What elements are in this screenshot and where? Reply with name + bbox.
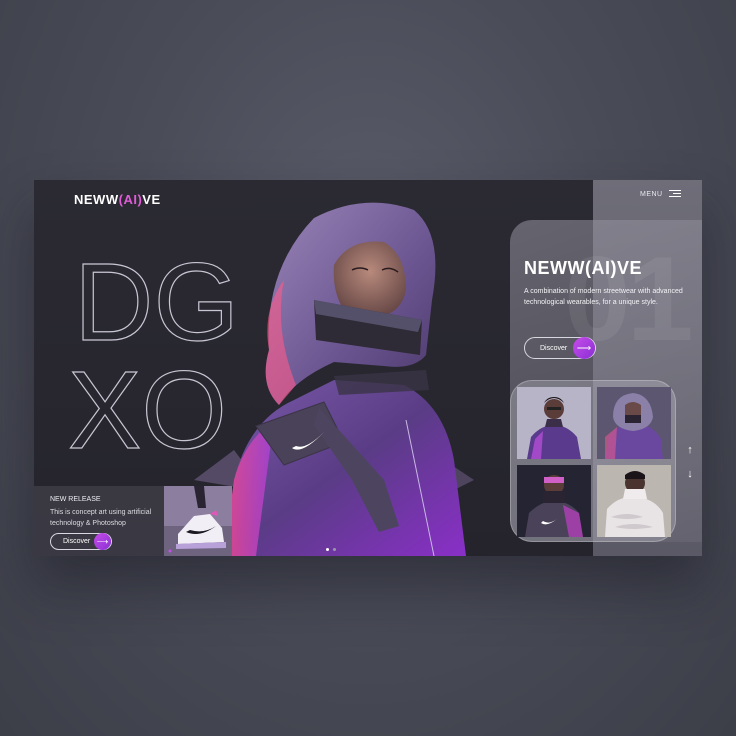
menu-button[interactable]: MENU [640, 190, 681, 198]
slide-dot[interactable] [326, 548, 329, 551]
gallery-nav: ↑ ↓ [686, 438, 694, 486]
gallery-thumbnail[interactable] [517, 465, 591, 537]
card-logo: NEWW(AI)VE [524, 258, 642, 278]
arrow-right-icon: ⟶ [573, 337, 595, 359]
gallery-thumbnail[interactable] [597, 465, 671, 537]
arrow-down-icon[interactable]: ↓ [686, 462, 694, 486]
release-discover-label: Discover [63, 538, 91, 545]
outline-letters-bottom: XO [68, 349, 227, 472]
card-discover-button[interactable]: Discover ⟶ [524, 337, 596, 359]
slide-dot[interactable] [333, 548, 336, 551]
release-title: NEW RELEASE [50, 496, 101, 503]
brand-logo[interactable]: NEWW(AI)VE [74, 192, 161, 207]
arrow-right-icon: ⟶ [94, 533, 111, 550]
slide-indicator[interactable] [326, 548, 336, 551]
gallery-thumbnail[interactable] [597, 387, 671, 459]
card-discover-label: Discover [540, 344, 568, 352]
sneaker-thumbnail[interactable] [164, 486, 232, 556]
release-text: This is concept art using artificial tec… [50, 509, 152, 527]
release-discover-button[interactable]: Discover ⟶ [50, 533, 112, 550]
gallery-thumbnail[interactable] [517, 387, 591, 459]
logo-accent: (AI) [118, 192, 143, 207]
hamburger-icon [668, 190, 681, 198]
menu-label: MENU [640, 190, 663, 198]
gallery-grid [510, 380, 676, 542]
arrow-up-icon[interactable]: ↑ [686, 438, 694, 462]
hero-banner: DG XO NEWW(AI)VE MENU NEW RELEASE This i… [34, 180, 702, 556]
card-description: A combination of modern streetwear with … [524, 288, 683, 306]
outline-letters-top: DG [74, 241, 239, 364]
